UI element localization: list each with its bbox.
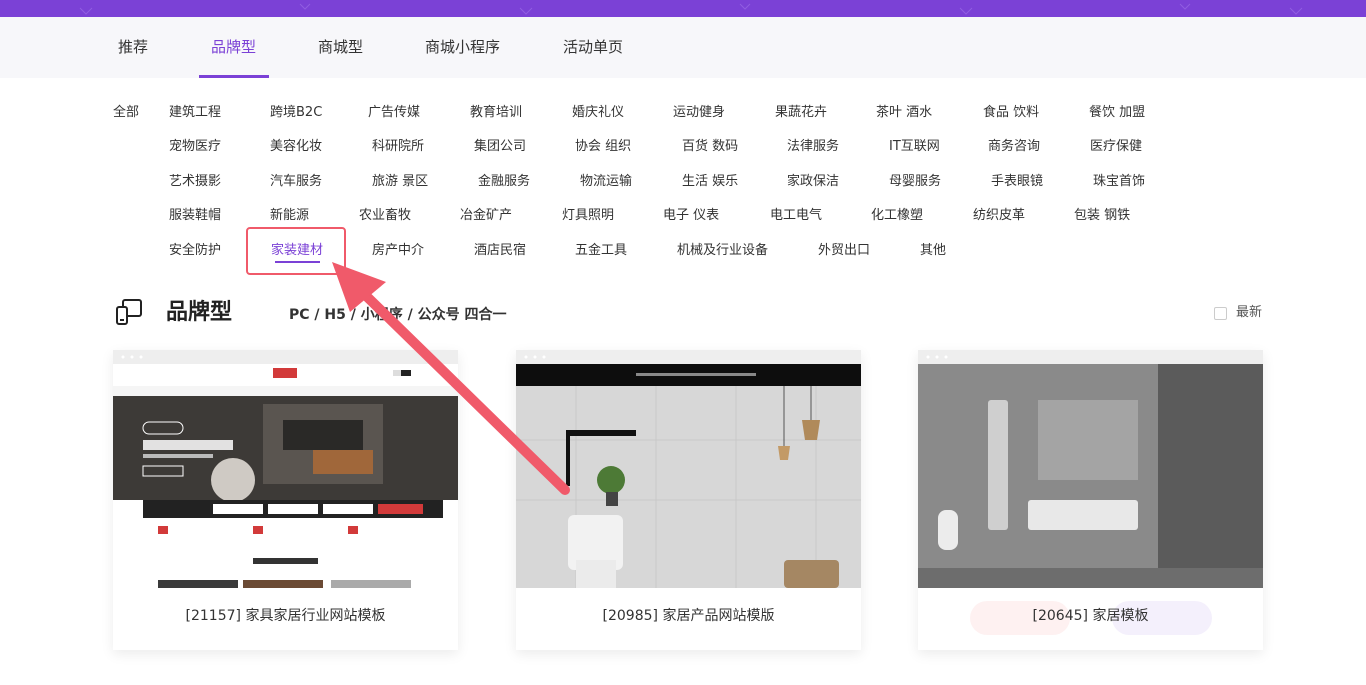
category-item[interactable]: 化工橡塑 [871, 206, 923, 226]
category-item[interactable]: 宠物医疗 [169, 137, 221, 157]
category-all[interactable]: 全部 [113, 103, 139, 123]
category-item[interactable]: 家政保洁 [787, 172, 839, 192]
category-item[interactable]: 科研院所 [372, 137, 424, 157]
category-item[interactable]: 服装鞋帽 [169, 206, 221, 226]
template-card[interactable]: [20985] 家居产品网站模版 [516, 350, 861, 650]
tab-event-page[interactable]: 活动单页 [563, 17, 623, 78]
top-banner-bar [0, 0, 1366, 17]
category-item[interactable]: 医疗保健 [1090, 137, 1142, 157]
tab-mall-miniprogram[interactable]: 商城小程序 [425, 17, 500, 78]
category-item[interactable]: 五金工具 [575, 241, 627, 261]
annotation-highlight-box [246, 227, 346, 275]
tab-brand[interactable]: 品牌型 [211, 17, 256, 78]
bathroom-product-preview [516, 350, 861, 588]
category-item[interactable]: IT互联网 [889, 137, 940, 157]
category-item[interactable]: 婚庆礼仪 [572, 103, 624, 123]
category-item[interactable]: 房产中介 [372, 241, 424, 261]
template-title[interactable]: [20645] 家居模板 [918, 605, 1263, 627]
section-title: 品牌型 [166, 300, 233, 325]
active-tab-indicator [199, 75, 269, 78]
category-item[interactable]: 酒店民宿 [474, 241, 526, 261]
template-card[interactable]: [20645] 家居模板 [918, 350, 1263, 650]
template-title[interactable]: [21157] 家具家居行业网站模板 [113, 605, 458, 627]
category-item[interactable]: 旅游 景区 [372, 172, 428, 192]
category-item[interactable]: 新能源 [270, 206, 309, 226]
category-item[interactable]: 茶叶 酒水 [876, 103, 932, 123]
category-item[interactable]: 百货 数码 [682, 137, 738, 157]
category-item[interactable]: 跨境B2C [270, 103, 322, 123]
tab-mall[interactable]: 商城型 [318, 17, 363, 78]
category-item[interactable]: 运动健身 [673, 103, 725, 123]
category-item[interactable]: 纺织皮革 [973, 206, 1025, 226]
template-card[interactable]: [21157] 家具家居行业网站模板 [113, 350, 458, 650]
category-item[interactable]: 外贸出口 [818, 241, 870, 261]
category-item[interactable]: 广告传媒 [368, 103, 420, 123]
category-item[interactable]: 汽车服务 [270, 172, 322, 192]
category-item[interactable]: 灯具照明 [562, 206, 614, 226]
page-bottom [0, 676, 1366, 685]
category-item[interactable]: 艺术摄影 [169, 172, 221, 192]
category-item[interactable]: 建筑工程 [169, 103, 221, 123]
category-item[interactable]: 生活 娱乐 [682, 172, 738, 192]
category-item[interactable]: 金融服务 [478, 172, 530, 192]
category-item[interactable]: 协会 组织 [575, 137, 631, 157]
category-item[interactable]: 手表眼镜 [991, 172, 1043, 192]
furniture-site-preview [113, 350, 458, 588]
category-item[interactable]: 教育培训 [470, 103, 522, 123]
category-item[interactable]: 珠宝首饰 [1093, 172, 1145, 192]
home-interior-preview [918, 350, 1263, 588]
category-item[interactable]: 美容化妆 [270, 137, 322, 157]
category-item[interactable]: 法律服务 [787, 137, 839, 157]
category-item[interactable]: 食品 饮料 [983, 103, 1039, 123]
category-item[interactable]: 冶金矿产 [460, 206, 512, 226]
device-icon [116, 299, 142, 325]
category-item[interactable]: 农业畜牧 [359, 206, 411, 226]
category-item[interactable]: 集团公司 [474, 137, 526, 157]
tab-recommend[interactable]: 推荐 [118, 17, 148, 78]
category-item[interactable]: 商务咨询 [988, 137, 1040, 157]
newest-checkbox[interactable] [1214, 307, 1227, 320]
category-item[interactable]: 安全防护 [169, 241, 221, 261]
banner-pattern [79, 3, 1303, 15]
category-item[interactable]: 电工电气 [770, 206, 822, 226]
newest-label: 最新 [1236, 305, 1263, 320]
category-item[interactable]: 果蔬花卉 [775, 103, 827, 123]
template-type-tabs: 推荐 品牌型 商城型 商城小程序 活动单页 [0, 17, 1366, 78]
category-item[interactable]: 物流运输 [580, 172, 632, 192]
template-title[interactable]: [20985] 家居产品网站模版 [516, 605, 861, 627]
template-thumbnail[interactable] [918, 350, 1263, 588]
template-thumbnail[interactable] [113, 350, 458, 588]
section-subtitle: PC / H5 / 小程序 / 公众号 四合一 [289, 307, 507, 323]
category-item[interactable]: 机械及行业设备 [677, 241, 768, 261]
category-item[interactable]: 母婴服务 [889, 172, 941, 192]
category-item[interactable]: 包装 钢铁 [1074, 206, 1130, 226]
category-item[interactable]: 餐饮 加盟 [1089, 103, 1145, 123]
template-thumbnail[interactable] [516, 350, 861, 588]
category-item[interactable]: 其他 [920, 241, 946, 261]
category-item[interactable]: 电子 仪表 [663, 206, 719, 226]
